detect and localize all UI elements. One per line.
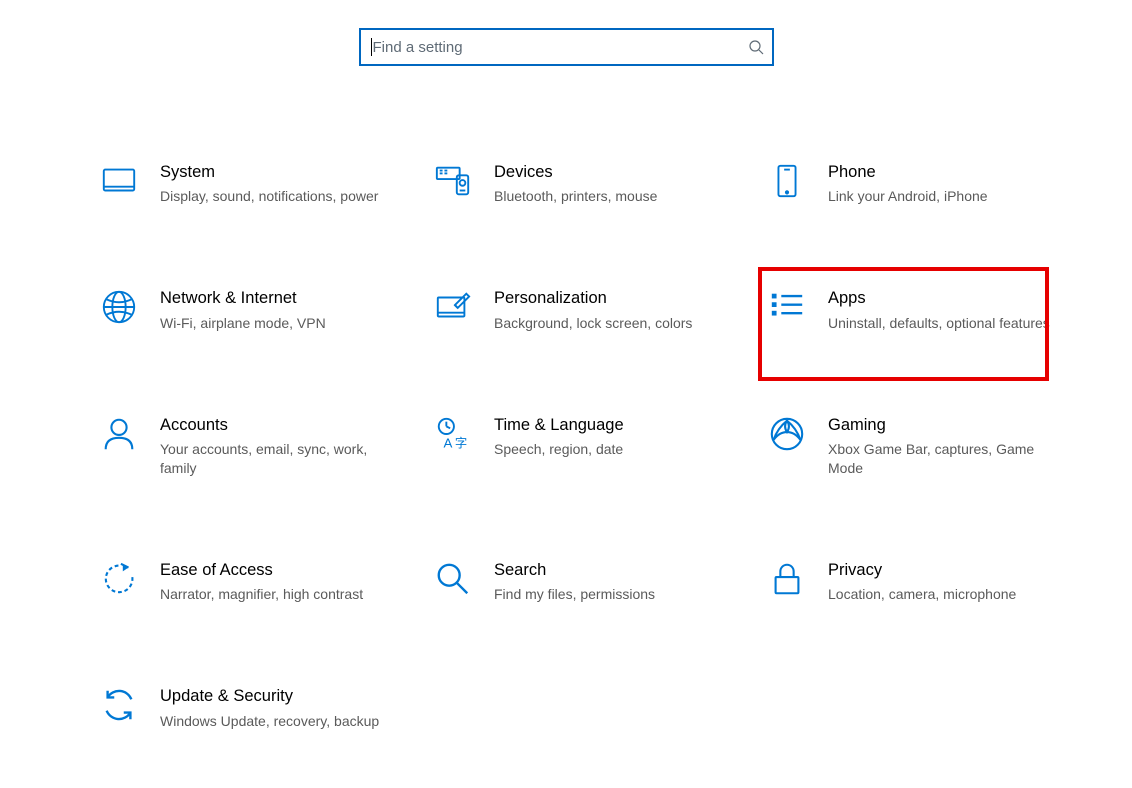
svg-text:字: 字 xyxy=(455,435,467,450)
time-language-icon: A 字 xyxy=(434,415,472,453)
lock-icon xyxy=(768,560,806,598)
tile-title: Personalization xyxy=(494,288,722,309)
tile-subtitle: Windows Update, recovery, backup xyxy=(160,712,388,731)
tile-subtitle: Narrator, magnifier, high contrast xyxy=(160,585,388,604)
tile-ease-of-access[interactable]: Ease of Access Narrator, magnifier, high… xyxy=(100,554,394,610)
personalization-icon xyxy=(434,288,472,326)
devices-icon xyxy=(434,162,472,200)
search-box[interactable] xyxy=(359,28,774,66)
tile-title: Gaming xyxy=(828,415,1056,436)
tile-subtitle: Uninstall, defaults, optional features xyxy=(828,314,1056,333)
tile-subtitle: Display, sound, notifications, power xyxy=(160,187,388,206)
tile-title: Ease of Access xyxy=(160,560,388,581)
tile-subtitle: Wi-Fi, airplane mode, VPN xyxy=(160,314,388,333)
search-category-icon xyxy=(434,560,472,598)
tile-subtitle: Xbox Game Bar, captures, Game Mode xyxy=(828,440,1056,478)
apps-icon xyxy=(768,288,806,326)
tile-subtitle: Find my files, permissions xyxy=(494,585,722,604)
tile-network[interactable]: Network & Internet Wi-Fi, airplane mode,… xyxy=(100,282,394,338)
tile-subtitle: Background, lock screen, colors xyxy=(494,314,722,333)
tile-title: Apps xyxy=(828,288,1056,309)
tile-subtitle: Link your Android, iPhone xyxy=(828,187,1056,206)
phone-icon xyxy=(768,162,806,200)
tile-subtitle: Speech, region, date xyxy=(494,440,722,459)
search-container xyxy=(0,28,1132,66)
globe-icon xyxy=(100,288,138,326)
tile-apps[interactable]: Apps Uninstall, defaults, optional featu… xyxy=(768,282,1062,338)
tile-phone[interactable]: Phone Link your Android, iPhone xyxy=(768,156,1062,212)
tile-title: Time & Language xyxy=(494,415,722,436)
ease-of-access-icon xyxy=(100,560,138,598)
tile-title: Search xyxy=(494,560,722,581)
tile-title: Phone xyxy=(828,162,1056,183)
tile-subtitle: Location, camera, microphone xyxy=(828,585,1056,604)
gaming-icon xyxy=(768,415,806,453)
tile-title: Privacy xyxy=(828,560,1056,581)
tile-subtitle: Bluetooth, printers, mouse xyxy=(494,187,722,206)
tile-title: Update & Security xyxy=(160,686,388,707)
tile-subtitle: Your accounts, email, sync, work, family xyxy=(160,440,388,478)
tile-gaming[interactable]: Gaming Xbox Game Bar, captures, Game Mod… xyxy=(768,409,1062,484)
search-input[interactable] xyxy=(371,38,748,57)
svg-text:A: A xyxy=(444,435,453,450)
tile-title: Devices xyxy=(494,162,722,183)
tile-update-security[interactable]: Update & Security Windows Update, recove… xyxy=(100,680,394,736)
tile-time-language[interactable]: A 字 Time & Language Speech, region, date xyxy=(434,409,728,484)
tile-title: Accounts xyxy=(160,415,388,436)
tile-personalization[interactable]: Personalization Background, lock screen,… xyxy=(434,282,728,338)
tile-system[interactable]: System Display, sound, notifications, po… xyxy=(100,156,394,212)
tile-search[interactable]: Search Find my files, permissions xyxy=(434,554,728,610)
system-icon xyxy=(100,162,138,200)
search-icon xyxy=(748,39,764,55)
update-icon xyxy=(100,686,138,724)
tile-title: System xyxy=(160,162,388,183)
settings-grid: System Display, sound, notifications, po… xyxy=(100,156,1062,737)
tile-accounts[interactable]: Accounts Your accounts, email, sync, wor… xyxy=(100,409,394,484)
tile-devices[interactable]: Devices Bluetooth, printers, mouse xyxy=(434,156,728,212)
text-cursor xyxy=(371,38,372,56)
tile-title: Network & Internet xyxy=(160,288,388,309)
tile-privacy[interactable]: Privacy Location, camera, microphone xyxy=(768,554,1062,610)
accounts-icon xyxy=(100,415,138,453)
